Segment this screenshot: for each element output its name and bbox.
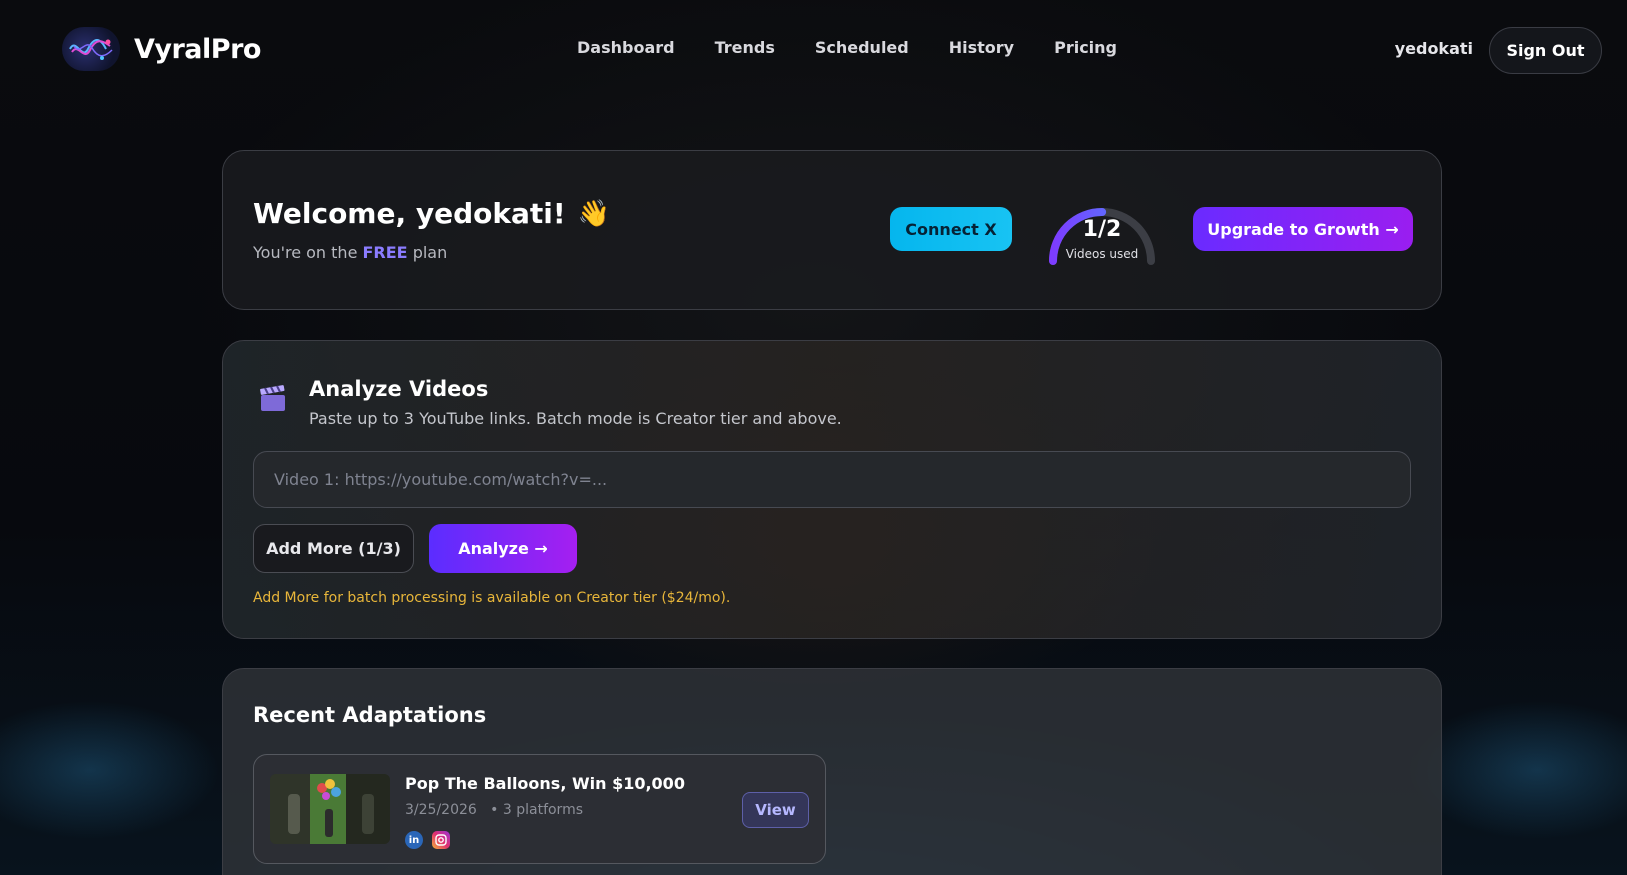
adaptation-platform-count: • 3 platforms: [490, 802, 584, 818]
wave-emoji-icon: 👋: [577, 198, 611, 229]
usage-gauge: 1/2 Videos used: [1047, 203, 1157, 267]
background-glow-left: [0, 700, 220, 840]
brand-name: VyralPro: [134, 33, 261, 65]
analyze-title: Analyze Videos: [309, 377, 489, 401]
adaptation-date: 3/25/2026: [405, 802, 477, 818]
platform-icons: in: [405, 831, 450, 849]
plan-name: FREE: [362, 243, 408, 262]
adaptation-item[interactable]: Pop The Balloons, Win $10,000 3/25/2026 …: [253, 754, 826, 864]
analyze-card: Analyze Videos Paste up to 3 YouTube lin…: [222, 340, 1442, 639]
connect-x-button[interactable]: Connect X: [890, 207, 1012, 251]
username: yedokati: [1394, 39, 1473, 58]
analyze-subtitle: Paste up to 3 YouTube links. Batch mode …: [309, 409, 842, 428]
add-more-button[interactable]: Add More (1/3): [253, 524, 414, 573]
top-header: VyralPro Dashboard Trends Scheduled Hist…: [0, 0, 1627, 100]
instagram-icon: [432, 831, 450, 849]
recent-title: Recent Adaptations: [253, 703, 487, 727]
main-nav: Dashboard Trends Scheduled History Prici…: [577, 38, 1117, 57]
usage-label: Videos used: [1065, 247, 1139, 261]
analyze-button[interactable]: Analyze →: [429, 524, 577, 573]
plan-suffix: plan: [412, 243, 448, 262]
sign-out-button[interactable]: Sign Out: [1489, 27, 1602, 74]
plan-line: You're on the FREE plan: [253, 243, 447, 262]
batch-notice: Add More for batch processing is availab…: [253, 590, 731, 606]
usage-value: 1/2: [1082, 217, 1122, 242]
linkedin-icon: in: [405, 831, 423, 849]
welcome-heading: Welcome, yedokati! 👋: [253, 197, 610, 230]
welcome-card: Welcome, yedokati! 👋 You're on the FREE …: [222, 150, 1442, 310]
nav-pricing[interactable]: Pricing: [1054, 38, 1117, 57]
plan-prefix: You're on the: [253, 243, 358, 262]
upgrade-button[interactable]: Upgrade to Growth →: [1193, 207, 1413, 251]
nav-dashboard[interactable]: Dashboard: [577, 38, 675, 57]
logo-icon: [62, 27, 120, 71]
welcome-text: Welcome, yedokati!: [253, 197, 566, 230]
nav-history[interactable]: History: [949, 38, 1014, 57]
adaptation-title: Pop The Balloons, Win $10,000: [405, 774, 685, 793]
video-url-input[interactable]: [253, 451, 1411, 508]
brand[interactable]: VyralPro: [62, 27, 261, 71]
nav-trends[interactable]: Trends: [715, 38, 775, 57]
adaptation-meta: 3/25/2026 • 3 platforms: [405, 802, 583, 818]
video-thumbnail: [270, 774, 390, 844]
recent-adaptations-card: Recent Adaptations Pop The Balloons, Win…: [222, 668, 1442, 875]
view-button[interactable]: View: [742, 792, 809, 828]
nav-scheduled[interactable]: Scheduled: [815, 38, 909, 57]
clapperboard-icon: [259, 385, 287, 413]
